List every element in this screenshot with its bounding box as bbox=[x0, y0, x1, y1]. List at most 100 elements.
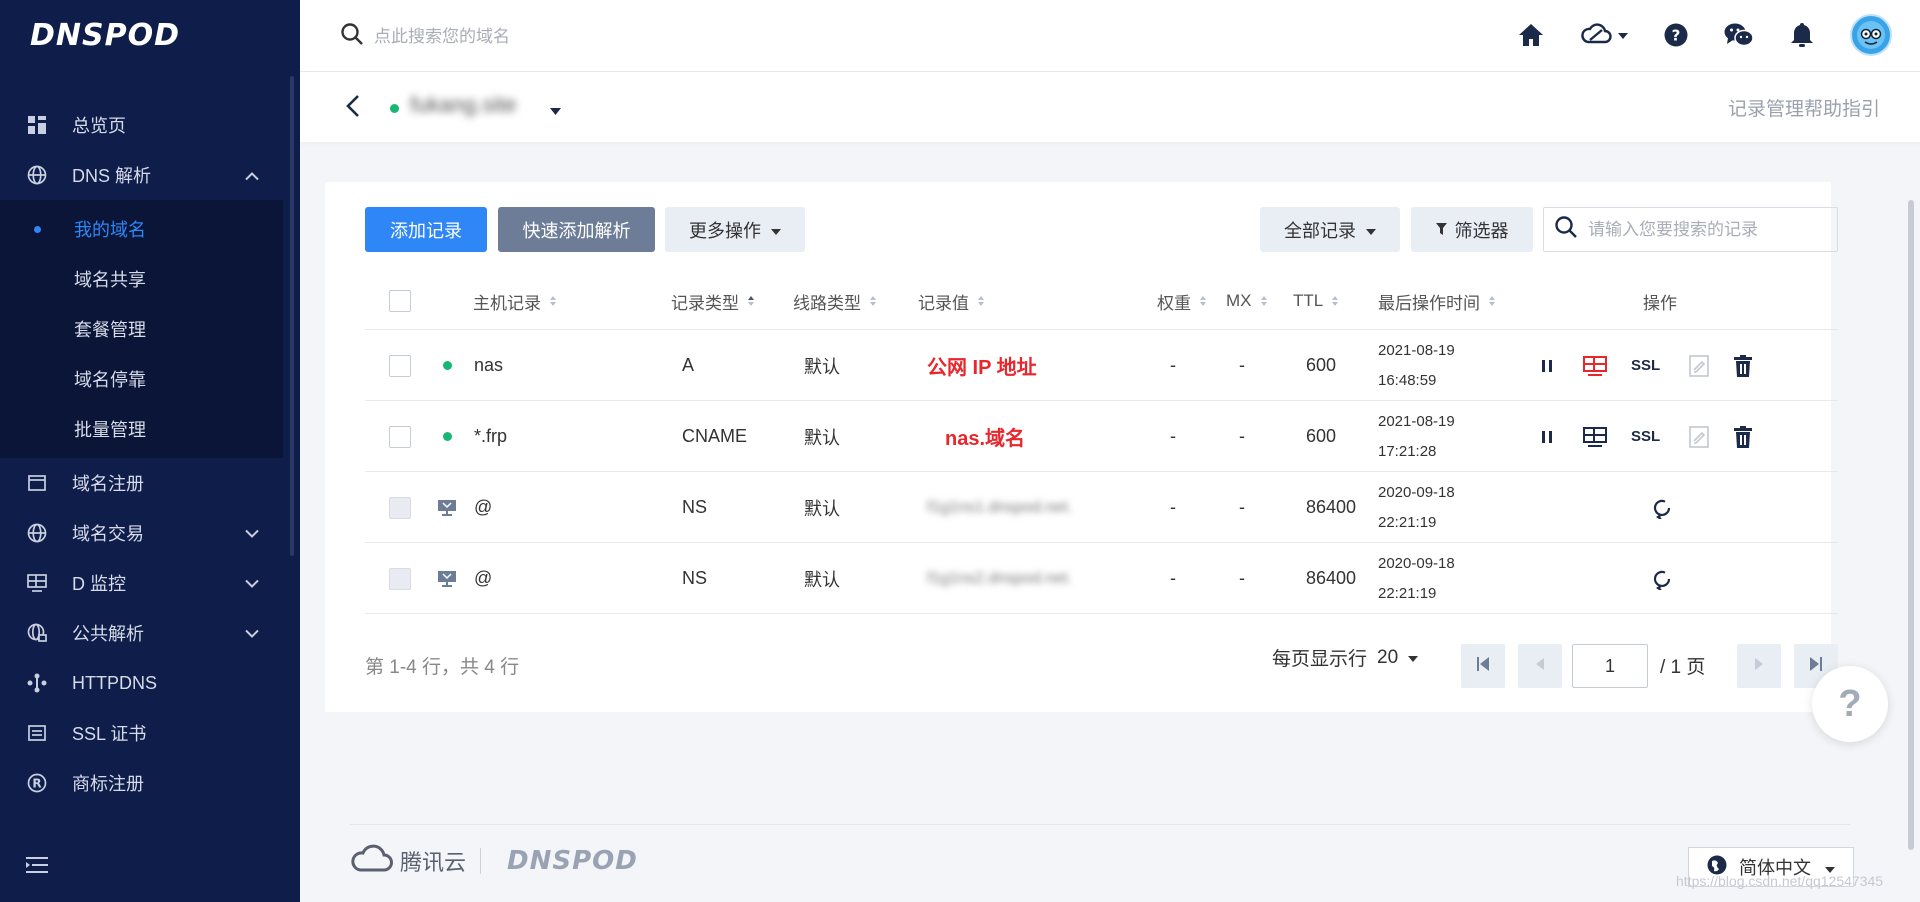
page-scrollbar[interactable] bbox=[1908, 200, 1914, 850]
col-host[interactable]: 主机记录 bbox=[473, 272, 556, 330]
help-icon[interactable]: ? bbox=[1664, 23, 1688, 47]
add-record-button[interactable]: 添加记录 bbox=[365, 207, 487, 252]
first-page-icon bbox=[1477, 656, 1489, 676]
sidebar-item-public-dns[interactable]: 公共解析 bbox=[0, 608, 283, 658]
sort-icon bbox=[870, 296, 876, 306]
col-type-label: 记录类型 bbox=[671, 293, 739, 313]
sidebar-item-plan-manage[interactable]: 套餐管理 bbox=[0, 304, 283, 354]
col-type[interactable]: 记录类型 bbox=[671, 272, 754, 330]
col-weight[interactable]: 权重 bbox=[1157, 272, 1206, 330]
status-dot bbox=[443, 432, 452, 441]
per-page-selector[interactable]: 每页显示行 20 bbox=[1272, 644, 1419, 671]
domain-name[interactable]: fukang.site bbox=[410, 92, 516, 118]
col-line[interactable]: 线路类型 bbox=[793, 272, 876, 330]
more-actions-button[interactable]: 更多操作 bbox=[665, 207, 805, 252]
all-records-dropdown[interactable]: 全部记录 bbox=[1260, 207, 1400, 252]
cell-type: CNAME bbox=[682, 426, 748, 446]
sidebar-item-label: DNS 解析 bbox=[72, 166, 152, 186]
sidebar-item-overview[interactable]: 总览页 bbox=[0, 100, 283, 150]
cloud-menu[interactable] bbox=[1580, 22, 1628, 49]
sidebar-item-domain-register[interactable]: 域名注册 bbox=[0, 458, 283, 508]
select-all-checkbox[interactable] bbox=[389, 290, 411, 312]
cell-weight: - bbox=[1170, 568, 1176, 588]
remark-icon[interactable] bbox=[1689, 330, 1709, 401]
col-mx[interactable]: MX bbox=[1226, 272, 1267, 330]
calendar-icon bbox=[26, 472, 48, 494]
cell-value[interactable]: nas.域名 bbox=[945, 401, 1025, 472]
row-checkbox[interactable] bbox=[389, 354, 411, 377]
sidebar-item-batch-manage[interactable]: 批量管理 bbox=[0, 404, 283, 454]
sidebar-item-trademark[interactable]: R 商标注册 bbox=[0, 758, 283, 808]
sidebar-item-dns[interactable]: DNS 解析 bbox=[0, 150, 283, 200]
quick-add-button[interactable]: 快速添加解析 bbox=[498, 207, 655, 252]
cell-value[interactable]: f1g1ns1.dnspod.net. bbox=[927, 472, 1072, 543]
sidebar-item-label: 域名交易 bbox=[72, 524, 144, 544]
cell-host[interactable]: *.frp bbox=[474, 401, 507, 472]
chevron-up-icon bbox=[245, 165, 259, 186]
col-ttl[interactable]: TTL bbox=[1293, 272, 1339, 330]
help-guide-link[interactable]: 记录管理帮助指引 bbox=[1728, 94, 1880, 121]
pause-icon[interactable] bbox=[1541, 401, 1553, 472]
next-page-button[interactable] bbox=[1737, 644, 1781, 688]
sidebar-item-domain-share[interactable]: 域名共享 bbox=[0, 254, 283, 304]
sidebar-item-d-monitor[interactable]: D 监控 bbox=[0, 558, 283, 608]
sidebar-item-domain-trade[interactable]: 域名交易 bbox=[0, 508, 283, 558]
cloud-icon bbox=[1580, 22, 1612, 49]
col-weight-label: 权重 bbox=[1157, 293, 1191, 313]
cell-host[interactable]: @ bbox=[474, 472, 492, 543]
footer-separator bbox=[480, 847, 482, 874]
monitor-icon[interactable] bbox=[1583, 401, 1607, 472]
cell-ttl: 600 bbox=[1306, 355, 1337, 375]
ssl-button[interactable]: SSL bbox=[1631, 401, 1660, 472]
prev-page-button[interactable] bbox=[1518, 644, 1562, 688]
collapse-menu-icon[interactable] bbox=[26, 855, 50, 880]
cell-value[interactable]: f1g1ns2.dnspod.net. bbox=[927, 543, 1072, 614]
back-arrow-icon[interactable] bbox=[346, 94, 360, 123]
wechat-icon[interactable] bbox=[1724, 22, 1754, 48]
refresh-icon[interactable] bbox=[1651, 543, 1673, 614]
bell-icon[interactable] bbox=[1790, 22, 1814, 48]
remark-icon[interactable] bbox=[1689, 401, 1709, 472]
col-time-label: 最后操作时间 bbox=[1378, 293, 1480, 313]
filter-button[interactable]: 筛选器 bbox=[1411, 207, 1533, 252]
ssl-button[interactable]: SSL bbox=[1631, 330, 1660, 401]
cell-mx: - bbox=[1239, 497, 1245, 517]
pause-icon[interactable] bbox=[1541, 330, 1553, 401]
sidebar-item-ssl[interactable]: SSL 证书 bbox=[0, 708, 283, 758]
sidebar-item-httpdns[interactable]: HTTPDNS bbox=[0, 658, 283, 708]
col-value[interactable]: 记录值 bbox=[918, 272, 984, 330]
record-search-input[interactable] bbox=[1588, 219, 1828, 240]
cell-host[interactable]: @ bbox=[474, 543, 492, 614]
monitor-icon[interactable] bbox=[1583, 330, 1607, 401]
dashboard-icon bbox=[26, 114, 48, 136]
first-page-button[interactable] bbox=[1461, 644, 1505, 688]
record-search bbox=[1543, 207, 1838, 252]
col-time[interactable]: 最后操作时间 bbox=[1378, 272, 1495, 330]
delete-icon[interactable] bbox=[1734, 401, 1752, 472]
avatar[interactable] bbox=[1850, 14, 1892, 56]
sidebar-item-my-domains[interactable]: 我的域名 bbox=[0, 204, 283, 254]
sidebar-item-label: D 监控 bbox=[72, 574, 126, 594]
cell-ttl: 86400 bbox=[1306, 497, 1357, 517]
page-number-input[interactable] bbox=[1572, 644, 1648, 688]
certificate-icon bbox=[26, 722, 48, 744]
sidebar-item-domain-parking[interactable]: 域名停靠 bbox=[0, 354, 283, 404]
dns-subnav: 我的域名 域名共享 套餐管理 域名停靠 批量管理 bbox=[0, 200, 283, 458]
delete-icon[interactable] bbox=[1734, 330, 1752, 401]
home-icon[interactable] bbox=[1518, 23, 1544, 47]
cell-value[interactable]: 公网 IP 地址 bbox=[927, 330, 1037, 401]
domain-header: fukang.site 记录管理帮助指引 bbox=[300, 72, 1920, 142]
sort-icon bbox=[1489, 296, 1495, 306]
table-row: nas A 默认 公网 IP 地址 - - 600 2021-08-19 16:… bbox=[365, 330, 1838, 401]
sidebar-scrollbar[interactable] bbox=[290, 76, 294, 556]
caret-down-icon[interactable] bbox=[550, 102, 561, 120]
cell-host[interactable]: nas bbox=[474, 330, 503, 401]
dnspod-logo[interactable]: DNSPOD bbox=[30, 18, 180, 53]
cell-mx: - bbox=[1239, 355, 1245, 375]
sort-icon bbox=[550, 296, 556, 306]
floating-help-button[interactable]: ? bbox=[1812, 666, 1888, 742]
domain-search-input[interactable] bbox=[374, 26, 774, 47]
row-checkbox[interactable] bbox=[389, 425, 411, 448]
sort-icon bbox=[1332, 296, 1339, 306]
refresh-icon[interactable] bbox=[1651, 472, 1673, 543]
